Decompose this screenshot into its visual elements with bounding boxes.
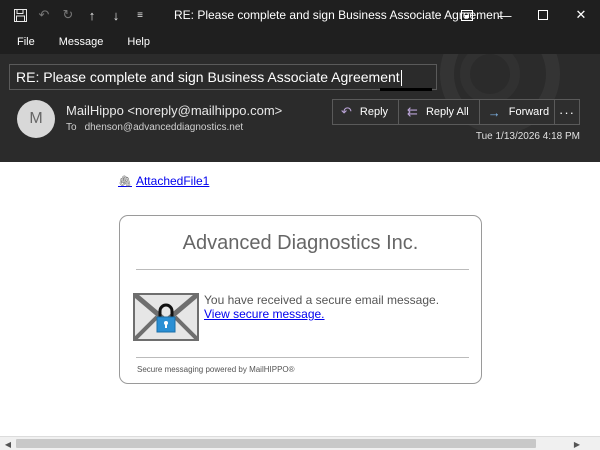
down-arrow-icon[interactable]: ↓ <box>104 0 128 30</box>
customize-icon[interactable]: ≡ <box>128 0 152 30</box>
quick-access-toolbar: ↶ ↻ ↑ ↓ ≡ <box>0 0 152 30</box>
reply-all-button[interactable]: ⇇ Reply All <box>399 99 480 125</box>
sender-name[interactable]: MailHippo <noreply@mailhippo.com> <box>66 103 282 118</box>
more-options-button[interactable]: ··· <box>554 99 580 125</box>
subject-text: RE: Please complete and sign Business As… <box>16 69 400 85</box>
message-body: 🖇 AttachedFile1 Advanced Diagnostics Inc.… <box>0 162 600 436</box>
paperclip-icon: 🖇 <box>118 176 132 188</box>
undo-icon[interactable]: ↶ <box>32 0 56 30</box>
recipient-address[interactable]: dhenson@advanceddiagnostics.net <box>85 122 244 133</box>
forward-icon: → <box>487 104 501 120</box>
view-secure-message-link[interactable]: View secure message. <box>204 307 325 321</box>
title-bar: ↶ ↻ ↑ ↓ ≡ RE: Please complete and sign B… <box>0 0 600 30</box>
reply-label: Reply <box>359 106 389 118</box>
reply-all-icon: ⇇ <box>407 104 418 119</box>
powered-by-text: Secure messaging powered by MailHIPPO® <box>137 365 295 374</box>
window-controls: — ✕ <box>448 0 600 30</box>
forward-label: Forward <box>508 106 550 118</box>
divider <box>136 269 469 270</box>
maximize-icon[interactable] <box>524 0 562 30</box>
forward-button[interactable]: → Forward <box>479 99 561 125</box>
secure-message-text: You have received a secure email message… <box>204 293 440 307</box>
text-caret <box>400 70 402 87</box>
menu-file[interactable]: File <box>17 36 35 48</box>
subject-field[interactable]: RE: Please complete and sign Business As… <box>9 64 437 90</box>
divider <box>136 357 469 358</box>
minimize-icon[interactable]: — <box>486 0 524 30</box>
message-actions: ↶ Reply ⇇ Reply All → Forward <box>332 99 561 125</box>
menu-bar: File Message Help <box>0 30 600 54</box>
selection-mark <box>380 88 432 91</box>
company-title: Advanced Diagnostics Inc. <box>182 232 419 254</box>
reply-all-label: Reply All <box>425 106 469 118</box>
secure-envelope-icon <box>132 292 200 344</box>
to-label: To <box>66 122 77 133</box>
scroll-right-icon[interactable]: ▶ <box>570 438 584 450</box>
attachment-name: AttachedFile1 <box>135 174 210 188</box>
redo-icon[interactable]: ↻ <box>56 0 80 30</box>
attachment-link[interactable]: 🖇 AttachedFile1 <box>118 174 209 188</box>
restore-icon[interactable] <box>448 0 486 30</box>
menu-message[interactable]: Message <box>59 36 104 48</box>
scrollbar-thumb[interactable] <box>16 439 536 448</box>
reply-button[interactable]: ↶ Reply <box>332 99 400 125</box>
save-icon[interactable] <box>8 0 32 30</box>
reply-icon: ↶ <box>341 104 352 119</box>
close-icon[interactable]: ✕ <box>562 0 600 30</box>
recipients-row: To dhenson@advanceddiagnostics.net <box>66 122 243 133</box>
scrollbar-track-end <box>538 439 566 448</box>
received-date: Tue 1/13/2026 4:18 PM <box>475 131 580 142</box>
scroll-left-icon[interactable]: ◀ <box>1 438 15 450</box>
up-arrow-icon[interactable]: ↑ <box>80 0 104 30</box>
horizontal-scrollbar[interactable]: ◀ ▶ <box>0 436 600 450</box>
menu-help[interactable]: Help <box>127 36 150 48</box>
secure-message-card: Advanced Diagnostics Inc. You have recei… <box>119 215 482 384</box>
message-header: RE: Please complete and sign Business As… <box>0 54 600 162</box>
avatar: M <box>17 100 55 138</box>
